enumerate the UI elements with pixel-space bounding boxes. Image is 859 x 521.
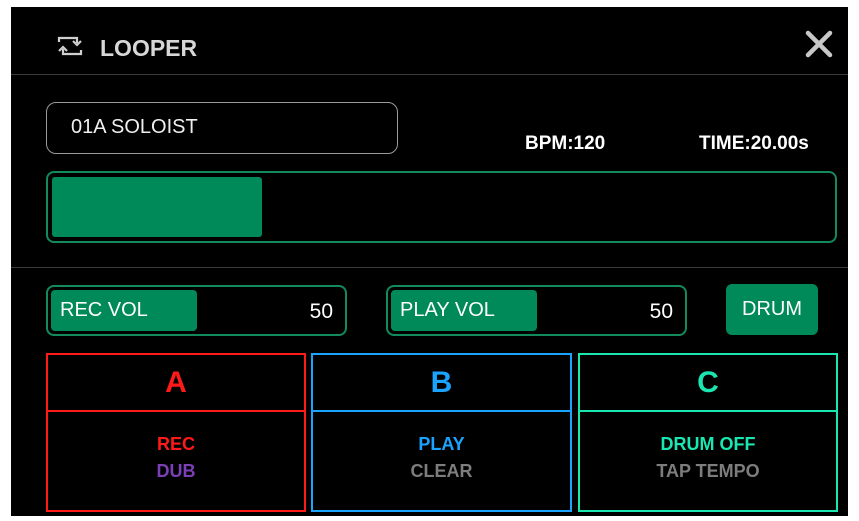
preset-name-field[interactable]: 01A SOLOIST xyxy=(46,102,398,154)
track-letter: C xyxy=(580,355,836,412)
time-readout: TIME:20.00s xyxy=(699,133,809,154)
page-title: LOOPER xyxy=(100,35,198,61)
track-action-primary: DRUM OFF xyxy=(660,434,756,454)
play-vol-slider[interactable]: PLAY VOL 50 xyxy=(386,285,687,336)
track-action-secondary: DUB xyxy=(156,461,196,481)
track-b[interactable]: B PLAY CLEAR xyxy=(311,353,572,512)
play-vol-label: PLAY VOL xyxy=(400,299,495,321)
track-a[interactable]: A REC DUB xyxy=(46,353,306,512)
close-icon[interactable] xyxy=(803,28,835,60)
track-action-secondary: TAP TEMPO xyxy=(656,461,760,481)
divider xyxy=(11,267,848,268)
track-action-primary: PLAY xyxy=(418,434,465,454)
bpm-readout: BPM:120 xyxy=(525,133,606,154)
looper-panel: LOOPER 01A SOLOIST BPM:120 TIME:20.00s R… xyxy=(11,7,848,516)
play-vol-value: 50 xyxy=(649,300,673,323)
track-letter: B xyxy=(313,355,570,412)
loop-icon xyxy=(57,36,83,56)
rec-vol-value: 50 xyxy=(309,300,333,323)
loop-progress-fill xyxy=(52,177,263,237)
title-bar: LOOPER xyxy=(11,7,848,75)
track-letter: A xyxy=(48,355,304,412)
rec-vol-label: REC VOL xyxy=(60,299,148,321)
loop-progress-bar xyxy=(46,171,837,243)
track-c[interactable]: C DRUM OFF TAP TEMPO xyxy=(578,353,838,512)
rec-vol-slider[interactable]: REC VOL 50 xyxy=(46,285,347,336)
drum-button[interactable]: DRUM xyxy=(726,284,818,335)
track-action-primary: REC xyxy=(156,434,195,454)
track-action-secondary: CLEAR xyxy=(410,461,473,481)
